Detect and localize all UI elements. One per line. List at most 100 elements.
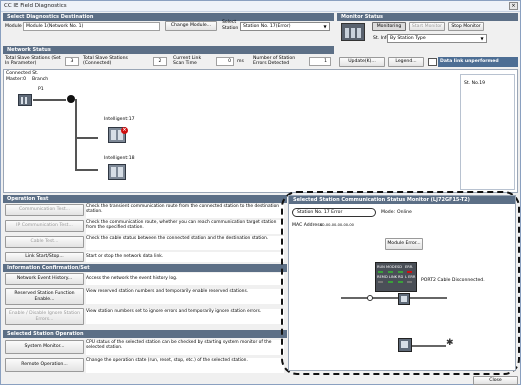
st-info-select-value: By Station Type: [390, 36, 426, 41]
led-rem-icon: [378, 281, 383, 283]
reserved-station-button[interactable]: Reserved Station Function Enable...: [5, 288, 84, 305]
datalink-unperformed-legend: Data link unperformed: [438, 57, 518, 67]
led-run-icon: [378, 271, 383, 273]
network-line-branch: [75, 99, 77, 171]
chevron-down-icon: ▼: [480, 36, 484, 41]
ignore-station-errors-button[interactable]: Enable / Disable Ignore Station Errors..…: [5, 308, 84, 325]
scan-time-label: Current Link Scan Time: [173, 56, 202, 67]
branch-label: Branch: [32, 77, 49, 82]
led-label-rd: RD: [398, 275, 404, 279]
update-button[interactable]: Update(K)...: [339, 57, 385, 67]
monitoring-indicator: Monitoring: [372, 22, 406, 31]
station-19-label: St. No.19: [464, 81, 486, 86]
remote-operation-desc: Change the operation state (run, reset, …: [86, 358, 284, 373]
module-label: Module: [5, 24, 22, 29]
network-event-history-button[interactable]: Network Event History...: [5, 273, 84, 285]
led-label-rem: REM: [377, 275, 385, 279]
system-monitor-desc: CPU status of the selected station can b…: [86, 340, 284, 355]
window-title: CC IE Field Diagnostics: [4, 3, 67, 9]
ip-communication-test-desc: Check the communication route, whether y…: [86, 220, 284, 234]
led-label-run: RUN: [377, 265, 385, 269]
mac-address-value: 00-00-00-00-00-00: [320, 223, 354, 227]
link-start-stop-desc: Start or stop the network data link.: [86, 252, 284, 262]
communication-test-desc: Check the transient communication route …: [86, 204, 284, 218]
start-monitor-button[interactable]: Start Monitor: [409, 22, 445, 31]
chevron-down-icon: ▼: [323, 24, 327, 29]
close-button[interactable]: Close: [473, 376, 518, 385]
port1-label: P1: [38, 87, 44, 92]
mode-label: Mode:: [381, 210, 396, 215]
title-bar: CC IE Field Diagnostics ×: [1, 1, 520, 12]
close-window-icon[interactable]: ×: [509, 2, 518, 10]
total-param-label: Total Slave Stations (Set In Parameter): [5, 56, 61, 67]
led-rd-icon: [398, 281, 403, 283]
station-status-field: Station No. 17 Error: [292, 208, 376, 217]
master-label: Master:0: [6, 77, 27, 82]
network-event-history-desc: Access the network the event history log…: [86, 273, 284, 285]
topology-panel: Connected St. Master:0 Branch P1 Intelli…: [3, 69, 518, 193]
scan-time-unit: ms: [237, 59, 244, 64]
comm-monitor-panel: Selected Station Communication Status Mo…: [288, 195, 516, 371]
led-lerr-icon: [407, 281, 412, 283]
station-errors-label: Number of Station Errors Detected: [253, 56, 296, 67]
led-sd-icon: [398, 271, 403, 273]
error-icon: ×: [121, 127, 128, 134]
st-info-select[interactable]: By Station Type ▼: [387, 34, 487, 43]
cable-test-button[interactable]: Cable Test...: [5, 236, 84, 248]
network-module-icon: [341, 23, 365, 41]
legend-button[interactable]: Legend...: [388, 57, 424, 67]
branch-node-icon: [67, 95, 75, 103]
port1-connector-icon: [367, 295, 373, 301]
mac-address-label: MAC Address:: [292, 223, 324, 228]
system-monitor-button[interactable]: System Monitor...: [5, 340, 84, 354]
disconnected-star-icon: ✱: [446, 338, 454, 348]
link-start-stop-button[interactable]: Link Start/Stop...: [5, 252, 84, 262]
station-select-value: Station No. 17(Error): [243, 24, 291, 29]
led-mode-icon: [388, 271, 393, 273]
change-module-button[interactable]: Change Module...: [165, 21, 217, 31]
led-label-err: ERR.: [405, 265, 414, 269]
select-station-label-1: Select: [222, 20, 237, 25]
cable-port2-line: [412, 345, 446, 347]
communication-test-button[interactable]: Communication Test...: [5, 204, 84, 216]
monitor-status-header: Monitor Status: [337, 13, 518, 21]
network-status-header: Network Status: [3, 46, 334, 54]
comm-monitor-header: Selected Station Communication Status Mo…: [289, 196, 515, 204]
led-label-sd: SD: [397, 265, 403, 269]
unconnected-station-panel: St. No.19: [460, 74, 515, 190]
port1-icon: [398, 293, 410, 305]
cable-port1-line: [341, 297, 447, 299]
led-label-dlink: D LINK: [385, 275, 398, 279]
select-station-label-2: Station: [222, 26, 239, 31]
ip-communication-test-button[interactable]: IP Communication Test...: [5, 220, 84, 232]
diagnostics-window: CC IE Field Diagnostics × Select Diagnos…: [0, 0, 521, 385]
station-18-label: Intelligent:18: [104, 156, 135, 161]
info-confirm-header: Information Confirmation/Set: [3, 264, 287, 272]
master-station-icon[interactable]: [18, 94, 32, 106]
station-errors-value: 1: [309, 57, 331, 66]
scan-time-value: 0: [216, 57, 234, 66]
network-line-master: [33, 99, 66, 101]
module-field: Module 1(Network No. 1): [23, 22, 160, 31]
module-error-button[interactable]: Module Error...: [385, 238, 423, 250]
network-line-17: [75, 137, 98, 139]
select-destination-header: Select Diagnostics Destination: [3, 13, 334, 21]
station-select[interactable]: Station No. 17(Error) ▼: [240, 22, 330, 31]
connected-station-label: Connected St.: [6, 71, 39, 76]
port2-icon: [398, 338, 412, 352]
led-label-mode: MODE: [386, 265, 397, 269]
remote-operation-button[interactable]: Remote Operation...: [5, 358, 84, 372]
port2-status-label: PORT2 Cable Disconnected.: [421, 278, 485, 283]
stop-monitor-button[interactable]: Stop Monitor: [448, 22, 484, 31]
total-param-value: 3: [65, 57, 79, 66]
led-dlink-icon: [388, 281, 393, 283]
total-connected-label: Total Slave Stations (Connected): [83, 56, 128, 67]
led-err-icon: [407, 271, 412, 273]
operation-test-header: Operation Test: [3, 195, 287, 203]
total-connected-value: 2: [153, 57, 167, 66]
selected-op-header: Selected Station Operation: [3, 330, 287, 338]
datalink-unperformed-swatch: [428, 58, 437, 66]
ignore-station-errors-desc: View station numbers set to ignore error…: [86, 309, 284, 324]
mode-value: Online: [397, 210, 412, 215]
station-18-icon[interactable]: [108, 164, 126, 180]
